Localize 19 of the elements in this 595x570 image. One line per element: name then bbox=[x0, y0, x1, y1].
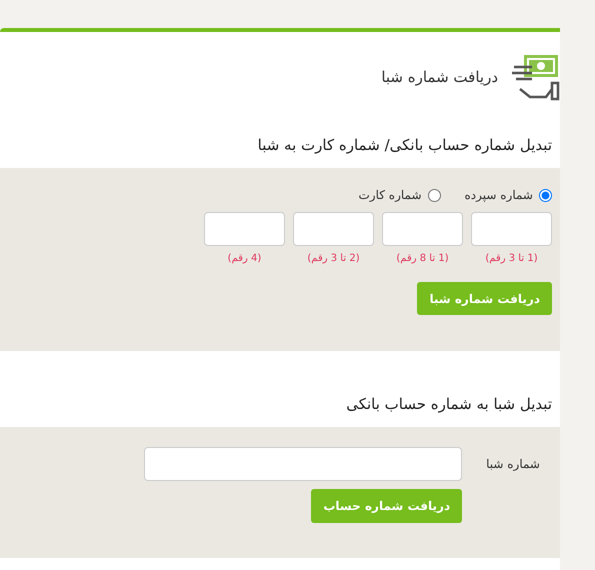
radio-button[interactable] bbox=[428, 188, 441, 202]
input-field[interactable] bbox=[293, 212, 374, 246]
hint-text: (4 رقم) bbox=[226, 252, 262, 266]
field-label: شماره شبا bbox=[486, 456, 540, 473]
submit-button[interactable]: دریافت شماره حساب bbox=[311, 489, 462, 523]
input-field[interactable] bbox=[144, 447, 462, 481]
hint-text: (2 تا 3 رقم) bbox=[306, 252, 361, 266]
input-field[interactable] bbox=[382, 212, 463, 246]
input-field[interactable] bbox=[471, 212, 552, 246]
radio-label: شماره سپرده bbox=[464, 187, 533, 204]
section-title: تبدیل شماره حساب بانکی/ شماره کارت به شبا bbox=[256, 135, 553, 156]
page-title: دریافت شماره شبا bbox=[381, 66, 498, 88]
hint-text: (1 تا 3 رقم) bbox=[484, 252, 539, 266]
hint-text: (1 تا 8 رقم) bbox=[395, 252, 450, 266]
radio-button[interactable] bbox=[539, 188, 552, 202]
input-field[interactable] bbox=[204, 212, 285, 246]
section-title: تبدیل شبا به شماره حساب بانکی bbox=[345, 394, 553, 415]
radio-label: شماره کارت bbox=[358, 187, 422, 204]
submit-button[interactable]: دریافت شماره شبا bbox=[417, 282, 552, 315]
